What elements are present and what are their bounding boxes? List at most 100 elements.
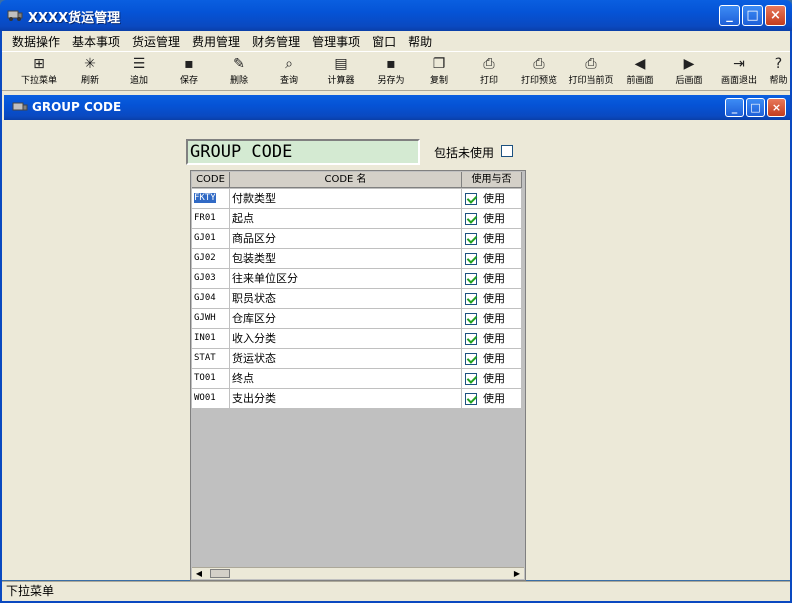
cell-code-name[interactable]: 支出分类 <box>230 389 462 409</box>
menu-expense-management[interactable]: 费用管理 <box>186 33 246 50</box>
menu-data-operation[interactable]: 数据操作 <box>6 33 66 50</box>
column-header-use[interactable]: 使用与否 <box>462 172 522 188</box>
app-title-bar[interactable]: XXXX货运管理 _ □ × <box>0 0 792 31</box>
cell-code[interactable]: GJ02 <box>192 249 230 269</box>
copy-icon: ❐ <box>432 56 446 72</box>
use-checkbox[interactable] <box>465 272 477 285</box>
cell-code[interactable]: IN01 <box>192 329 230 349</box>
toolbar-print-current-page-button[interactable]: ⎙ 打印当前页 <box>564 55 618 89</box>
child-window-title-bar[interactable]: GROUP CODE _ □ × <box>4 95 790 120</box>
horizontal-scrollbar[interactable]: ◀ ▶ <box>192 567 524 579</box>
status-bar: 下拉菜单 <box>2 581 790 601</box>
use-checkbox[interactable] <box>465 292 477 305</box>
save-as-icon: ▪ <box>386 56 396 72</box>
menu-admin-items[interactable]: 管理事项 <box>306 33 366 50</box>
toolbar-save-as-button[interactable]: ▪ 另存为 <box>369 55 413 89</box>
table-row[interactable]: WO01 支出分类 使用 <box>192 389 522 409</box>
use-checkbox[interactable] <box>465 212 477 225</box>
toolbar-print-button[interactable]: ⎙ 打印 <box>469 55 509 89</box>
app-title: XXXX货运管理 <box>28 11 121 26</box>
cell-code-name[interactable]: 仓库区分 <box>230 309 462 329</box>
scroll-right-arrow-icon[interactable]: ▶ <box>510 568 524 579</box>
cell-code-name[interactable]: 货运状态 <box>230 349 462 369</box>
table-row[interactable]: STAT 货运状态 使用 <box>192 349 522 369</box>
include-unused-checkbox[interactable] <box>501 145 513 157</box>
grid-header: CODE CODE 名 使用与否 <box>192 172 522 188</box>
cell-code-name[interactable]: 终点 <box>230 369 462 389</box>
cell-code-name[interactable]: 起点 <box>230 209 462 229</box>
use-checkbox[interactable] <box>465 392 477 405</box>
table-row[interactable]: GJWH 仓库区分 使用 <box>192 309 522 329</box>
cell-use: 使用 <box>462 389 522 409</box>
child-maximize-button[interactable]: □ <box>746 98 765 117</box>
cell-use: 使用 <box>462 309 522 329</box>
table-row[interactable]: GJ01 商品区分 使用 <box>192 229 522 249</box>
child-window-icon <box>12 102 28 111</box>
minimize-button[interactable]: _ <box>719 5 740 26</box>
cell-code-name[interactable]: 付款类型 <box>230 189 462 209</box>
table-row[interactable]: FKTY 付款类型 使用 <box>192 189 522 209</box>
close-button[interactable]: × <box>765 5 786 26</box>
cell-code[interactable]: TO01 <box>192 369 230 389</box>
toolbar-calculator-button[interactable]: ▤ 计算器 <box>319 55 363 89</box>
toolbar-copy-button[interactable]: ❐ 复制 <box>419 55 459 89</box>
toolbar-refresh-button[interactable]: ✳ 刷新 <box>70 55 110 89</box>
menu-window[interactable]: 窗口 <box>366 33 402 50</box>
cell-code[interactable]: FKTY <box>192 189 230 209</box>
use-checkbox[interactable] <box>465 192 477 205</box>
cell-code-name[interactable]: 往来单位区分 <box>230 269 462 289</box>
dropdown-menu-icon: ⊞ <box>33 56 45 72</box>
toolbar-help-button[interactable]: ? 帮助 <box>767 55 790 89</box>
table-row[interactable]: FR01 起点 使用 <box>192 209 522 229</box>
menu-basic-items[interactable]: 基本事项 <box>66 33 126 50</box>
cell-code[interactable]: STAT <box>192 349 230 369</box>
toolbar-previous-screen-button[interactable]: ◀ 前画面 <box>619 55 661 89</box>
table-row[interactable]: GJ04 职员状态 使用 <box>192 289 522 309</box>
toolbar-append-button[interactable]: ☰ 追加 <box>119 55 159 89</box>
menu-freight-management[interactable]: 货运管理 <box>126 33 186 50</box>
scroll-left-arrow-icon[interactable]: ◀ <box>192 568 206 579</box>
toolbar-next-screen-button[interactable]: ▶ 后画面 <box>668 55 710 89</box>
cell-code[interactable]: GJ03 <box>192 269 230 289</box>
cell-code-name[interactable]: 职员状态 <box>230 289 462 309</box>
child-window-title: GROUP CODE <box>32 100 122 114</box>
cell-code[interactable]: GJ04 <box>192 289 230 309</box>
append-icon: ☰ <box>132 56 146 72</box>
cell-code[interactable]: GJWH <box>192 309 230 329</box>
cell-code[interactable]: WO01 <box>192 389 230 409</box>
cell-code-name[interactable]: 收入分类 <box>230 329 462 349</box>
cell-code[interactable]: FR01 <box>192 209 230 229</box>
help-icon: ? <box>774 56 783 72</box>
toolbar-delete-button[interactable]: ✎ 删除 <box>219 55 259 89</box>
column-header-code-name[interactable]: CODE 名 <box>230 172 462 188</box>
table-row[interactable]: GJ02 包装类型 使用 <box>192 249 522 269</box>
cell-code-name[interactable]: 包装类型 <box>230 249 462 269</box>
toolbar-query-button[interactable]: ⌕ 查询 <box>269 55 309 89</box>
use-checkbox[interactable] <box>465 352 477 365</box>
scroll-thumb[interactable] <box>210 569 230 578</box>
maximize-button[interactable]: □ <box>742 5 763 26</box>
cell-code-text: IN01 <box>194 333 216 343</box>
delete-icon: ✎ <box>233 56 245 72</box>
toolbar-print-preview-button[interactable]: ⎙ 打印预览 <box>516 55 562 89</box>
toolbar-exit-screen-button[interactable]: ⇥ 画面退出 <box>716 55 762 89</box>
use-checkbox[interactable] <box>465 312 477 325</box>
toolbar-save-button[interactable]: ▪ 保存 <box>169 55 209 89</box>
cell-code[interactable]: GJ01 <box>192 229 230 249</box>
menu-help[interactable]: 帮助 <box>402 33 438 50</box>
use-checkbox[interactable] <box>465 252 477 265</box>
column-header-code[interactable]: CODE <box>192 172 230 188</box>
table-row[interactable]: IN01 收入分类 使用 <box>192 329 522 349</box>
child-minimize-button[interactable]: _ <box>725 98 744 117</box>
cell-code-name[interactable]: 商品区分 <box>230 229 462 249</box>
child-close-button[interactable]: × <box>767 98 786 117</box>
code-grid[interactable]: CODE CODE 名 使用与否 FKTY 付款类型 使用 FR01 起点 使用 GJ01 商… <box>190 170 526 581</box>
cell-code-text: FR01 <box>194 213 216 223</box>
table-row[interactable]: TO01 终点 使用 <box>192 369 522 389</box>
use-checkbox[interactable] <box>465 372 477 385</box>
toolbar-dropdown-menu-button[interactable]: ⊞ 下拉菜单 <box>16 55 62 89</box>
use-checkbox[interactable] <box>465 332 477 345</box>
use-checkbox[interactable] <box>465 232 477 245</box>
menu-finance-management[interactable]: 财务管理 <box>246 33 306 50</box>
table-row[interactable]: GJ03 往来单位区分 使用 <box>192 269 522 289</box>
